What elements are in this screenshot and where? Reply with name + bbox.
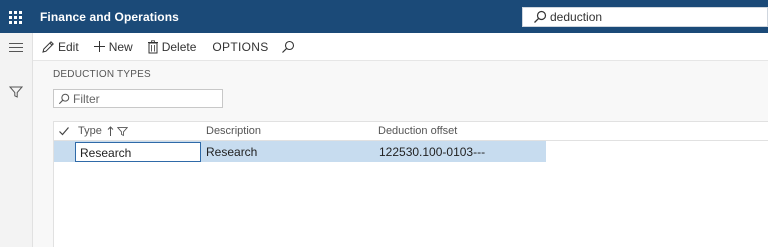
column-header-deduction-offset[interactable]: Deduction offset: [378, 125, 457, 137]
navigation-menu-icon[interactable]: [9, 43, 23, 53]
options-tab-label: OPTIONS: [212, 39, 269, 54]
action-search-button[interactable]: [277, 33, 302, 61]
delete-button-label: Delete: [161, 39, 197, 54]
options-tab[interactable]: OPTIONS: [208, 33, 272, 61]
edit-button[interactable]: Edit: [37, 33, 83, 61]
app-title[interactable]: Finance and Operations: [40, 10, 179, 24]
trash-icon: [147, 39, 158, 53]
delete-button[interactable]: Delete: [143, 33, 201, 61]
column-header-description[interactable]: Description: [206, 125, 261, 137]
deduction-offset-cell[interactable]: 122530.100-0103---: [379, 145, 485, 159]
filter-box[interactable]: [53, 89, 223, 108]
new-button[interactable]: New: [89, 33, 137, 61]
description-cell[interactable]: Research: [206, 145, 257, 159]
grid-header: Type Description Deduction offset: [54, 122, 768, 141]
plus-icon: [93, 41, 105, 52]
new-button-label: New: [108, 39, 133, 54]
page-title: DEDUCTION TYPES: [53, 69, 151, 80]
main-content: DEDUCTION TYPES Type: [33, 61, 768, 247]
app-launcher-icon[interactable]: [6, 8, 24, 26]
search-icon: [281, 40, 294, 53]
column-filter-icon[interactable]: [116, 126, 128, 137]
select-all-checkbox[interactable]: [58, 125, 70, 137]
global-search-input[interactable]: [547, 10, 747, 24]
column-header-description-label: Description: [206, 125, 262, 137]
global-search-box[interactable]: [522, 7, 768, 27]
pencil-icon: [42, 40, 54, 53]
column-header-type-label: Type: [78, 125, 102, 137]
action-pane: Edit New Delete OPTIONS: [33, 33, 768, 61]
left-navigation-rail: [0, 33, 33, 247]
filter-input[interactable]: [70, 91, 210, 106]
filter-pane-icon[interactable]: [9, 85, 23, 99]
search-icon: [534, 10, 547, 23]
edit-button-label: Edit: [58, 39, 79, 54]
search-icon: [58, 93, 70, 104]
column-header-deduction-offset-label: Deduction offset: [378, 125, 458, 137]
deduction-types-grid: Type Description Deduction offset Resear…: [53, 121, 768, 247]
type-cell[interactable]: Research: [75, 142, 201, 162]
top-navigation-bar: Finance and Operations: [0, 0, 768, 33]
sort-ascending-icon[interactable]: [107, 125, 114, 137]
column-header-type[interactable]: Type: [78, 125, 128, 137]
checkmark-icon: [59, 127, 69, 136]
table-row[interactable]: Research Research 122530.100-0103---: [54, 141, 546, 162]
